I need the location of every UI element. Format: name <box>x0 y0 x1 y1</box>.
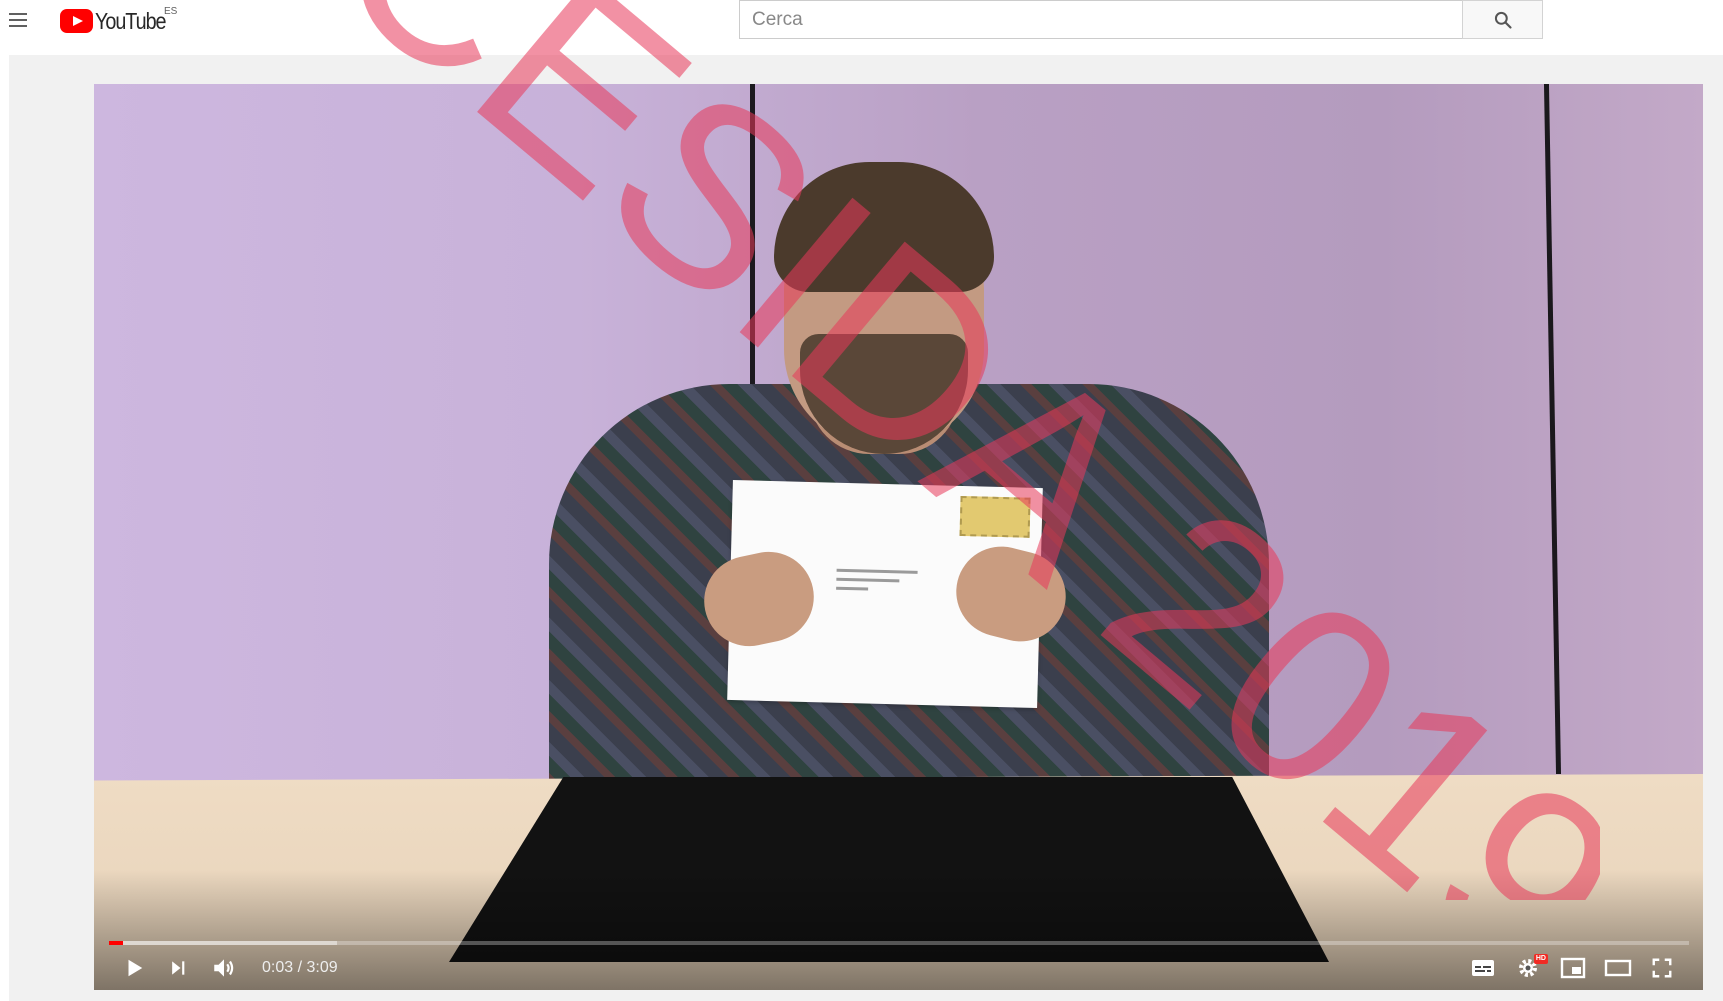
miniplayer-button[interactable] <box>1555 950 1591 986</box>
progress-played <box>109 941 124 945</box>
subtitles-icon <box>1472 960 1494 976</box>
volume-icon <box>214 959 234 977</box>
time-current: 0:03 <box>262 959 294 976</box>
youtube-logo[interactable]: YouTube ES <box>60 6 177 36</box>
video-player[interactable]: 0:03 / 3:09 HD <box>94 84 1703 990</box>
logo-wordmark: YouTube <box>95 7 167 34</box>
search-input[interactable] <box>739 0 1462 39</box>
youtube-play-icon <box>60 9 93 33</box>
hamburger-icon-bar <box>9 19 27 21</box>
progress-bar[interactable] <box>109 941 1689 945</box>
next-button[interactable] <box>160 950 196 986</box>
fullscreen-button[interactable] <box>1644 950 1680 986</box>
search-icon <box>1494 11 1512 29</box>
volume-button[interactable] <box>204 950 244 986</box>
envelope-address <box>836 568 927 598</box>
masthead: YouTube ES <box>0 0 1723 55</box>
play-icon <box>128 959 143 977</box>
video-wall-edge <box>750 84 755 404</box>
region-code: ES <box>164 6 178 17</box>
search-box <box>739 0 1543 39</box>
envelope-stamp <box>959 495 1031 538</box>
hamburger-icon-bar <box>9 13 27 15</box>
hd-badge: HD <box>1533 954 1548 964</box>
hamburger-icon-bar <box>9 25 27 27</box>
time-display: 0:03 / 3:09 <box>262 950 338 986</box>
search-button[interactable] <box>1462 0 1543 39</box>
progress-loaded <box>109 941 337 945</box>
guide-menu-button[interactable] <box>6 8 30 32</box>
time-duration: 3:09 <box>306 959 338 976</box>
subtitles-button[interactable] <box>1465 950 1501 986</box>
video-frame[interactable] <box>94 84 1703 990</box>
miniplayer-icon <box>1560 957 1586 979</box>
play-button[interactable] <box>116 950 152 986</box>
settings-button[interactable]: HD <box>1510 950 1548 986</box>
theater-mode-icon <box>1604 959 1632 977</box>
theater-mode-button[interactable] <box>1600 950 1636 986</box>
skip-next-icon <box>172 961 185 975</box>
fullscreen-icon <box>1652 958 1672 978</box>
time-separator: / <box>297 959 303 976</box>
